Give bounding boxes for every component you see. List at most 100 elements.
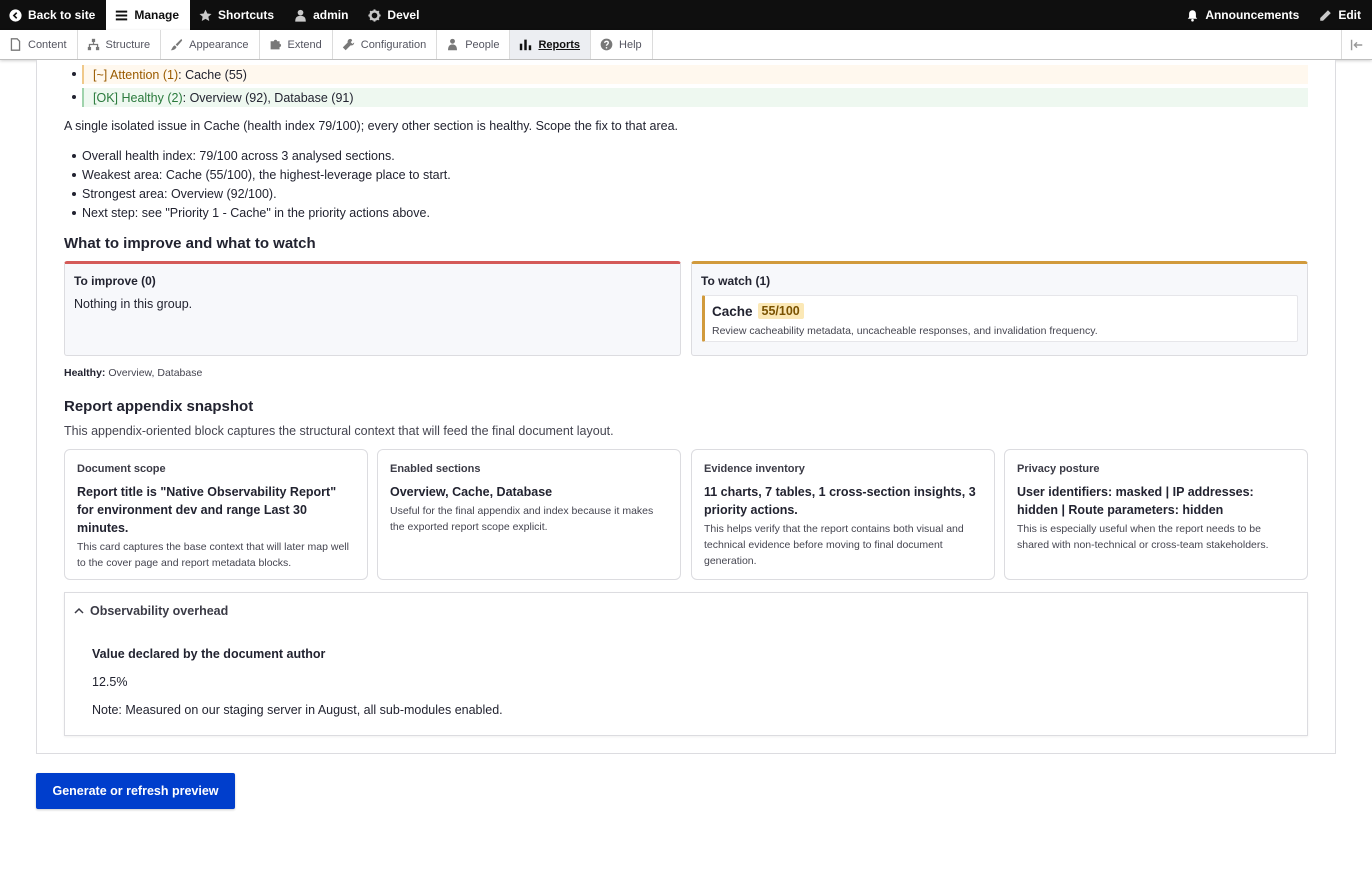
bar-chart-icon — [520, 39, 532, 51]
card-help: This card captures the base context that… — [77, 541, 349, 569]
shortcuts-tab[interactable]: Shortcuts — [190, 0, 285, 30]
tray-item-configuration[interactable]: Configuration — [333, 30, 438, 59]
user-label: admin — [313, 8, 349, 22]
card-help: Useful for the final appendix and index … — [390, 505, 654, 533]
card-help: This helps verify that the report contai… — [704, 523, 964, 567]
healthy-status-detail: : Overview (92), Database (91) — [182, 90, 354, 105]
appendix-heading: Report appendix snapshot — [64, 398, 254, 415]
appendix-description: This appendix-oriented block captures th… — [64, 424, 614, 438]
watch-item-name: Cache — [712, 303, 753, 319]
user-tab[interactable]: admin — [285, 0, 359, 30]
card-label: Privacy posture — [1017, 463, 1100, 475]
devel-tab[interactable]: Devel — [359, 0, 430, 30]
tray-item-label: Reports — [538, 38, 581, 51]
health-kpi-list: Overall health index: 79/100 across 3 an… — [72, 146, 451, 222]
back-arrow-circle-icon — [9, 8, 22, 22]
tray-item-label: Content — [28, 38, 67, 51]
healthy-sections-label: Healthy: — [64, 367, 106, 379]
watch-item-cache: Cache 55/100 Review cacheability metadat… — [702, 295, 1298, 342]
sitemap-icon — [87, 38, 99, 51]
collapse-left-icon — [1350, 39, 1363, 50]
tray-item-content[interactable]: Content — [0, 30, 78, 59]
star-icon — [199, 9, 212, 21]
card-help: This is especially useful when the repor… — [1017, 523, 1269, 551]
card-privacy-posture: Privacy posture User identifiers: masked… — [1004, 449, 1308, 580]
pencil-icon — [1320, 9, 1332, 21]
admin-toolbar: Back to site Manage Shortcuts admin Deve… — [0, 0, 1372, 30]
watch-item-description: Review cacheability metadata, uncacheabl… — [712, 325, 1098, 337]
overhead-value: 12.5% — [92, 675, 128, 689]
shortcuts-label: Shortcuts — [218, 8, 275, 22]
edit-tab[interactable]: Edit — [1310, 0, 1372, 30]
observability-overhead-summary[interactable]: Observability overhead — [74, 604, 228, 618]
generate-preview-button[interactable]: Generate or refresh preview — [36, 773, 235, 809]
healthy-sections-value: Overview, Database — [108, 367, 203, 379]
tray-collapse-toggle[interactable] — [1341, 30, 1372, 59]
paintbrush-icon — [170, 38, 183, 51]
list-item-text: Overall health index: 79/100 across 3 an… — [82, 148, 395, 163]
devel-label: Devel — [387, 8, 420, 22]
wrench-icon — [342, 38, 354, 51]
card-document-scope: Document scope Report title is "Native O… — [64, 449, 368, 580]
hamburger-menu-icon — [116, 10, 128, 20]
card-evidence-inventory: Evidence inventory 11 charts, 7 tables, … — [691, 449, 995, 580]
healthy-status-label: [OK] Healthy (2) — [93, 90, 183, 105]
improve-watch-heading: What to improve and what to watch — [64, 235, 316, 252]
card-enabled-sections: Enabled sections Overview, Cache, Databa… — [377, 449, 681, 580]
tray-item-extend[interactable]: Extend — [260, 30, 333, 59]
to-watch-box: To watch (1) Cache 55/100 Review cacheab… — [691, 261, 1308, 356]
to-watch-title: To watch (1) — [701, 274, 771, 288]
observability-overhead-details: Observability overhead Value declared by… — [64, 592, 1308, 736]
score-badge: 55/100 — [757, 303, 804, 319]
card-value: Report title is "Native Observability Re… — [77, 485, 337, 535]
card-label: Enabled sections — [390, 463, 481, 475]
gear-icon — [368, 8, 381, 22]
person-icon — [448, 38, 458, 51]
tray-item-appearance[interactable]: Appearance — [161, 30, 260, 59]
status-healthy-row: [OK] Healthy (2) : Overview (92), Databa… — [82, 88, 1308, 107]
observability-overhead-summary-label: Observability overhead — [90, 604, 229, 618]
list-item: Strongest area: Overview (92/100). — [72, 184, 451, 203]
announcements-tab[interactable]: Announcements — [1177, 0, 1310, 30]
to-improve-title: To improve (0) — [74, 274, 156, 288]
healthy-sections-line: Healthy: Overview, Database — [64, 367, 202, 379]
card-value: 11 charts, 7 tables, 1 cross-section ins… — [704, 485, 976, 517]
tray-item-label: People — [465, 38, 500, 51]
manage-tab[interactable]: Manage — [106, 0, 191, 30]
back-to-site-label: Back to site — [28, 8, 96, 22]
tray-item-label: Configuration — [360, 38, 427, 51]
tray-item-label: Help — [619, 38, 642, 51]
back-to-site-link[interactable]: Back to site — [0, 0, 106, 30]
user-icon — [295, 9, 306, 22]
tray-item-help[interactable]: Help — [591, 30, 653, 59]
list-item: Overall health index: 79/100 across 3 an… — [72, 146, 451, 165]
admin-tray: Content Structure Appearance Extend Conf… — [0, 30, 1372, 60]
tray-item-structure[interactable]: Structure — [78, 30, 162, 59]
overhead-note: Note: Measured on our staging server in … — [92, 703, 503, 717]
card-label: Evidence inventory — [704, 463, 805, 475]
puzzle-icon — [270, 39, 281, 50]
list-item-text: Strongest area: Overview (92/100). — [82, 186, 277, 201]
list-item-text: Next step: see "Priority 1 - Cache" in t… — [82, 205, 430, 220]
overhead-value-title: Value declared by the document author — [92, 647, 326, 661]
attention-label: [~] Attention (1) — [93, 67, 179, 82]
list-item-text: Weakest area: Cache (55/100), the highes… — [82, 167, 451, 182]
status-attention-row: [~] Attention (1) : Cache (55) — [82, 65, 1308, 84]
list-bullet — [72, 72, 76, 76]
manage-label: Manage — [134, 8, 180, 22]
to-improve-box: To improve (0) Nothing in this group. — [64, 261, 681, 356]
tray-item-reports[interactable]: Reports — [510, 30, 592, 59]
attention-detail: : Cache (55) — [178, 67, 247, 82]
bell-icon — [1188, 9, 1198, 22]
tray-item-label: Appearance — [189, 38, 249, 51]
watch-item-header: Cache 55/100 — [712, 303, 804, 319]
list-item: Weakest area: Cache (55/100), the highes… — [72, 165, 451, 184]
card-value: Overview, Cache, Database — [390, 485, 553, 499]
question-circle-icon — [600, 38, 613, 51]
tray-item-people[interactable]: People — [437, 30, 511, 59]
card-value: User identifiers: masked | IP addresses:… — [1017, 485, 1254, 517]
tray-item-label: Extend — [287, 38, 322, 51]
card-label: Document scope — [77, 463, 166, 475]
list-item: Next step: see "Priority 1 - Cache" in t… — [72, 203, 451, 222]
